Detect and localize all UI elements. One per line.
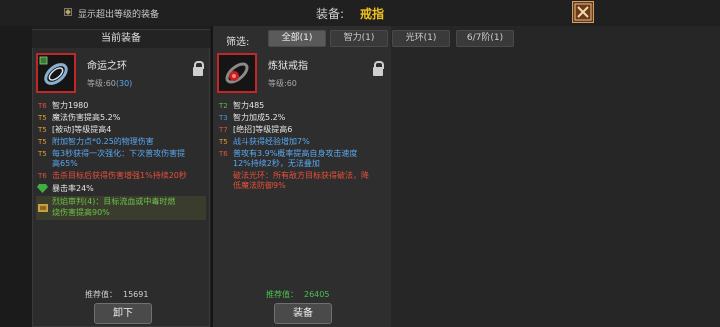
current-item-stats: T6 智力1980 T5 魔法伤害提高5.2% T5 [被动]等级提高4 T5 附加智力… xyxy=(36,101,208,221)
show-exceed-level-label[interactable]: 显示超出等级的装备 xyxy=(78,7,159,20)
filter-tab-tier[interactable]: 6/7阶(1) xyxy=(456,30,514,47)
close-button[interactable] xyxy=(572,1,594,23)
current-item-name: 命运之环 xyxy=(87,61,127,72)
left-edge xyxy=(0,26,32,327)
lock-icon[interactable] xyxy=(373,61,384,76)
equip-title: 装备: xyxy=(316,7,345,21)
filter-tab-aura[interactable]: 光环(1) xyxy=(392,30,450,47)
candidate-item-stats: T2 智力485 T3 智力加成5.2% T7 [绝招]等级提高6 T5 战斗获得经验增… xyxy=(219,101,369,190)
candidate-recommend-value: 推荐值： 26405 xyxy=(266,290,330,299)
equip-type: 戒指 xyxy=(360,7,385,21)
ring-icon xyxy=(38,55,74,91)
current-recommend-value: 推荐值： 15691 xyxy=(85,290,149,299)
scroll-icon xyxy=(38,204,48,212)
empty-area xyxy=(391,26,720,327)
unequip-button[interactable]: 卸下 xyxy=(94,303,152,324)
current-item-icon[interactable] xyxy=(36,53,76,93)
lock-icon[interactable] xyxy=(193,61,204,76)
current-equipment-header: 当前装备 xyxy=(32,30,210,48)
filter-tab-all[interactable]: 全部(1) xyxy=(268,30,326,47)
current-item-level: 等级:60(30) xyxy=(87,79,133,88)
candidate-item-level: 等级:60 xyxy=(268,79,297,88)
candidate-item-name: 炼狱戒指 xyxy=(268,61,308,72)
gem-icon xyxy=(37,184,48,193)
show-exceed-level-checkbox[interactable] xyxy=(64,8,72,16)
filter-tab-intelligence[interactable]: 智力(1) xyxy=(330,30,388,47)
ring-icon xyxy=(219,55,255,91)
close-x-icon xyxy=(574,3,592,21)
equip-button[interactable]: 装备 xyxy=(274,303,332,324)
filter-label: 筛选: xyxy=(226,37,250,48)
candidate-item-icon[interactable] xyxy=(217,53,257,93)
